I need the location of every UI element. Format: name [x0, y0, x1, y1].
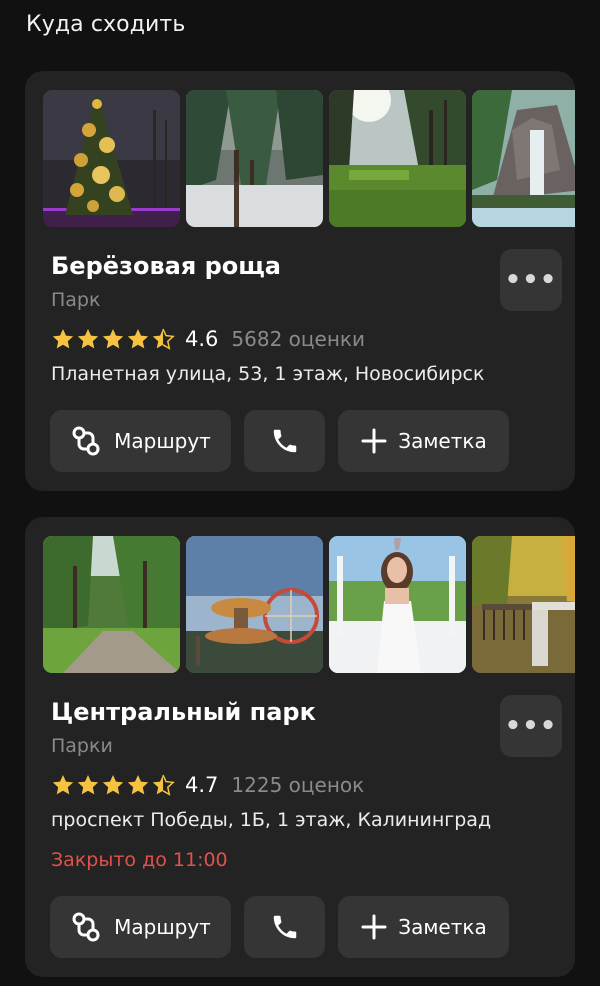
star-icon [102, 329, 124, 349]
reviews-count[interactable]: 1225 оценок [231, 770, 364, 800]
star-icon [52, 329, 74, 349]
route-icon [70, 910, 104, 944]
route-button[interactable]: Маршрут [50, 410, 231, 472]
rating-stars [51, 327, 175, 351]
call-button[interactable] [244, 896, 325, 958]
autumn-bridge-photo[interactable] [472, 536, 575, 673]
route-button[interactable]: Маршрут [50, 896, 231, 958]
reviews-count[interactable]: 5682 оценки [231, 324, 365, 354]
park-path-photo[interactable] [43, 536, 180, 673]
place-card[interactable]: Берёзовая роща Парк ••• 4.6 5682 оценки … [25, 71, 575, 491]
route-button-label: Маршрут [114, 915, 211, 939]
rating-value: 4.6 [185, 327, 219, 351]
opening-status: Закрыто до 11:00 [51, 849, 228, 871]
christmas-tree-photo[interactable] [43, 90, 180, 227]
amusement-rides-photo[interactable] [186, 536, 323, 673]
plus-icon [360, 913, 388, 941]
rating-row: 4.6 5682 оценки [51, 324, 365, 354]
stone-waterfall-photo[interactable] [472, 90, 575, 227]
place-category: Парки [51, 735, 113, 757]
place-category: Парк [51, 289, 101, 311]
phone-icon [270, 912, 300, 942]
section-title: Куда сходить [26, 12, 186, 37]
photo-gallery[interactable] [43, 90, 575, 227]
more-options-button[interactable]: ••• [500, 695, 562, 757]
star-icon [127, 775, 149, 795]
star-icon [127, 329, 149, 349]
more-dots-icon: ••• [504, 265, 558, 295]
rating-stars [51, 773, 175, 797]
add-note-label: Заметка [398, 429, 487, 453]
woman-in-gazebo-photo[interactable] [329, 536, 466, 673]
star-icon [52, 775, 74, 795]
phone-icon [270, 426, 300, 456]
add-note-label: Заметка [398, 915, 487, 939]
more-options-button[interactable]: ••• [500, 249, 562, 311]
rating-row: 4.7 1225 оценок [51, 770, 364, 800]
plus-icon [360, 427, 388, 455]
rating-value: 4.7 [185, 773, 219, 797]
snowy-pine-forest-photo[interactable] [186, 90, 323, 227]
place-name[interactable]: Центральный парк [51, 697, 316, 727]
star-icon [77, 775, 99, 795]
call-button[interactable] [244, 410, 325, 472]
add-note-button[interactable]: Заметка [338, 410, 509, 472]
more-dots-icon: ••• [504, 711, 558, 741]
place-card[interactable]: Центральный парк Парки ••• 4.7 1225 оцен… [25, 517, 575, 977]
half-star-icon [152, 774, 175, 796]
action-buttons: Маршрут Заметка [50, 410, 509, 472]
route-icon [70, 424, 104, 458]
address: Планетная улица, 53, 1 этаж, Новосибирск [51, 363, 485, 385]
add-note-button[interactable]: Заметка [338, 896, 509, 958]
half-star-icon [152, 328, 175, 350]
star-icon [77, 329, 99, 349]
sunny-park-lawn-photo[interactable] [329, 90, 466, 227]
address: проспект Победы, 1Б, 1 этаж, Калининград [51, 809, 492, 831]
place-name[interactable]: Берёзовая роща [51, 251, 281, 281]
action-buttons: Маршрут Заметка [50, 896, 509, 958]
star-icon [102, 775, 124, 795]
route-button-label: Маршрут [114, 429, 211, 453]
photo-gallery[interactable] [43, 536, 575, 673]
